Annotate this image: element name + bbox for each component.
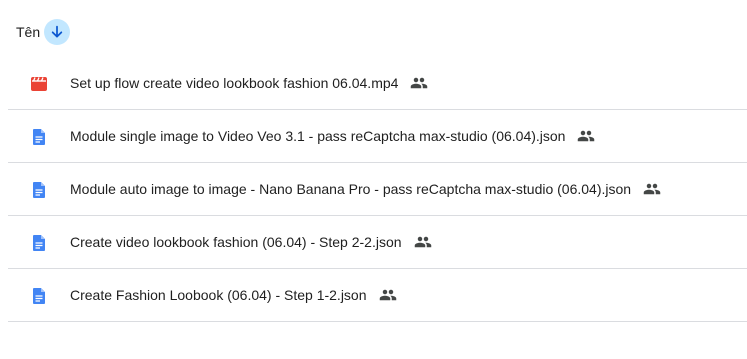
file-list: Set up flow create video lookbook fashio…	[8, 57, 747, 322]
arrow-down-icon	[51, 25, 63, 38]
column-label[interactable]: Tên	[16, 24, 40, 40]
doc-file-icon	[30, 181, 48, 199]
file-name: Create video lookbook fashion (06.04) - …	[70, 234, 402, 250]
people-icon	[379, 286, 397, 304]
file-name: Module auto image to image - Nano Banana…	[70, 181, 632, 197]
doc-file-icon	[30, 128, 48, 146]
file-row[interactable]: Module auto image to image - Nano Banana…	[8, 163, 747, 216]
file-name: Create Fashion Loobook (06.04) - Step 1-…	[70, 287, 367, 303]
name-column-header[interactable]: Tên	[16, 18, 71, 46]
people-icon	[577, 127, 595, 145]
sort-direction-button[interactable]	[44, 19, 71, 45]
doc-file-icon	[30, 287, 48, 305]
file-name: Set up flow create video lookbook fashio…	[70, 75, 399, 91]
file-name: Module single image to Video Veo 3.1 - p…	[70, 128, 566, 144]
doc-file-icon	[30, 234, 48, 252]
file-row[interactable]: Set up flow create video lookbook fashio…	[8, 57, 747, 110]
people-icon	[414, 233, 432, 251]
file-row[interactable]: Create video lookbook fashion (06.04) - …	[8, 216, 747, 269]
people-icon	[410, 74, 428, 92]
file-row[interactable]: Create Fashion Loobook (06.04) - Step 1-…	[8, 269, 747, 322]
file-row[interactable]: Module single image to Video Veo 3.1 - p…	[8, 110, 747, 163]
video-file-icon	[30, 75, 48, 93]
people-icon	[643, 180, 661, 198]
